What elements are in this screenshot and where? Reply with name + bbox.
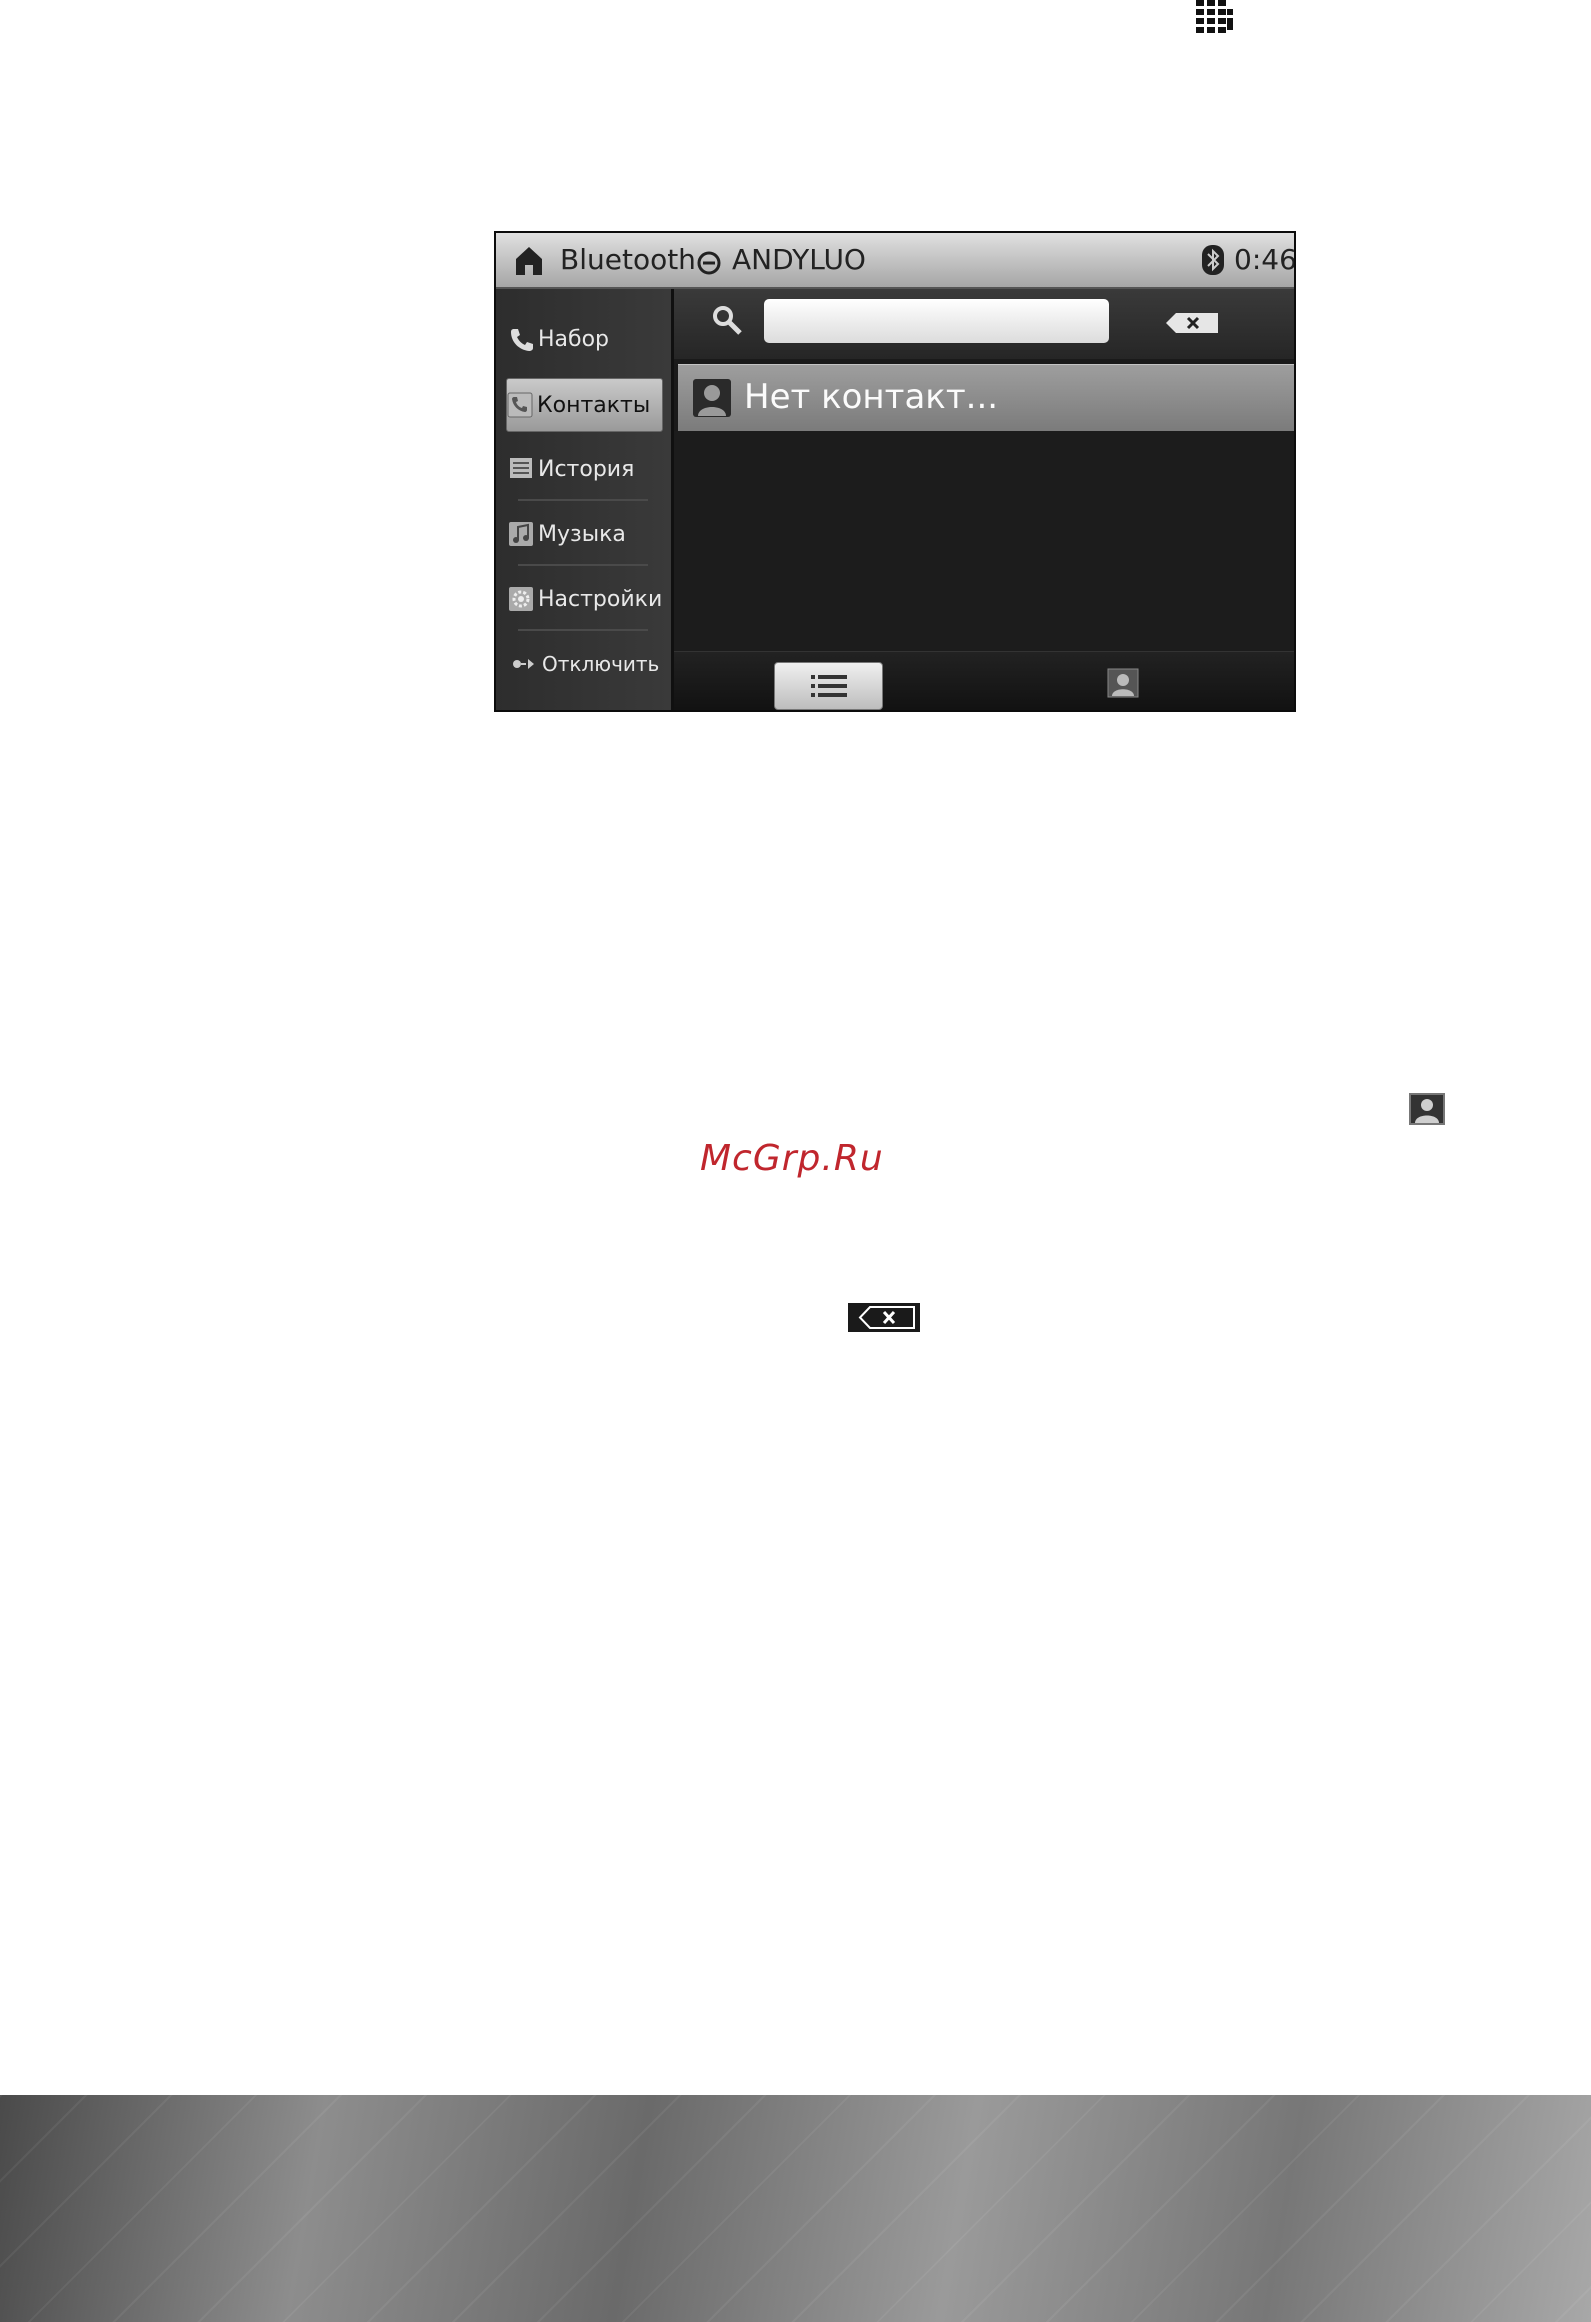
disconnect-icon — [513, 659, 534, 669]
decorative-banner — [0, 2095, 1591, 2322]
sidebar-item-label: Музыка — [538, 521, 626, 547]
bluetooth-screen: Bluetooth ANDYLUO 0:46 Набор Контакты Ис… — [494, 231, 1296, 712]
bluetooth-icon — [1202, 245, 1224, 275]
sidebar-item-label: История — [538, 456, 635, 482]
list-icon — [811, 675, 847, 697]
contact-list — [674, 431, 1294, 651]
settings-icon — [509, 587, 533, 611]
sidebar-item-label: Контакты — [537, 392, 651, 418]
home-icon[interactable] — [514, 245, 544, 277]
keypad-icon — [1196, 0, 1233, 33]
contacts-phone-icon — [507, 392, 533, 418]
sidebar-item-settings[interactable]: Настройки — [508, 573, 663, 625]
sidebar-item-contacts[interactable]: Контакты — [506, 378, 663, 432]
contact-list-item[interactable]: Нет контакт... — [678, 364, 1294, 432]
sidebar-item-label: Отключить — [542, 652, 660, 676]
bottom-bar — [674, 651, 1294, 710]
music-icon — [509, 522, 533, 546]
search-icon[interactable] — [710, 303, 744, 337]
watermark: McGrp.Ru — [700, 1138, 884, 1179]
backspace-icon[interactable] — [1164, 311, 1220, 335]
sidebar-item-dial[interactable]: Набор — [508, 313, 663, 365]
empty-contacts-label: Нет контакт... — [744, 377, 999, 417]
contact-card-icon[interactable] — [1107, 668, 1139, 698]
search-input[interactable] — [764, 299, 1109, 343]
clock: 0:46 — [1234, 243, 1296, 276]
sidebar-item-history[interactable]: История — [508, 443, 663, 495]
sidebar-item-label: Набор — [538, 326, 610, 352]
search-bar — [674, 289, 1294, 359]
sidebar-item-label: Настройки — [538, 586, 663, 612]
sidebar-item-disconnect[interactable]: Отключить — [508, 638, 663, 690]
list-view-button[interactable] — [774, 662, 883, 710]
device-status-icon — [697, 251, 721, 275]
contact-card-icon — [1409, 1093, 1445, 1125]
app-title: Bluetooth — [560, 243, 696, 276]
backspace-icon — [848, 1303, 920, 1332]
history-icon — [510, 458, 532, 478]
contact-avatar-icon — [693, 379, 731, 417]
phone-icon — [511, 329, 533, 351]
sidebar: Набор Контакты История Музыка Настройки … — [496, 289, 674, 710]
device-name: ANDYLUO — [732, 243, 866, 276]
status-bar: Bluetooth ANDYLUO 0:46 — [496, 233, 1294, 289]
sidebar-item-music[interactable]: Музыка — [508, 508, 663, 560]
